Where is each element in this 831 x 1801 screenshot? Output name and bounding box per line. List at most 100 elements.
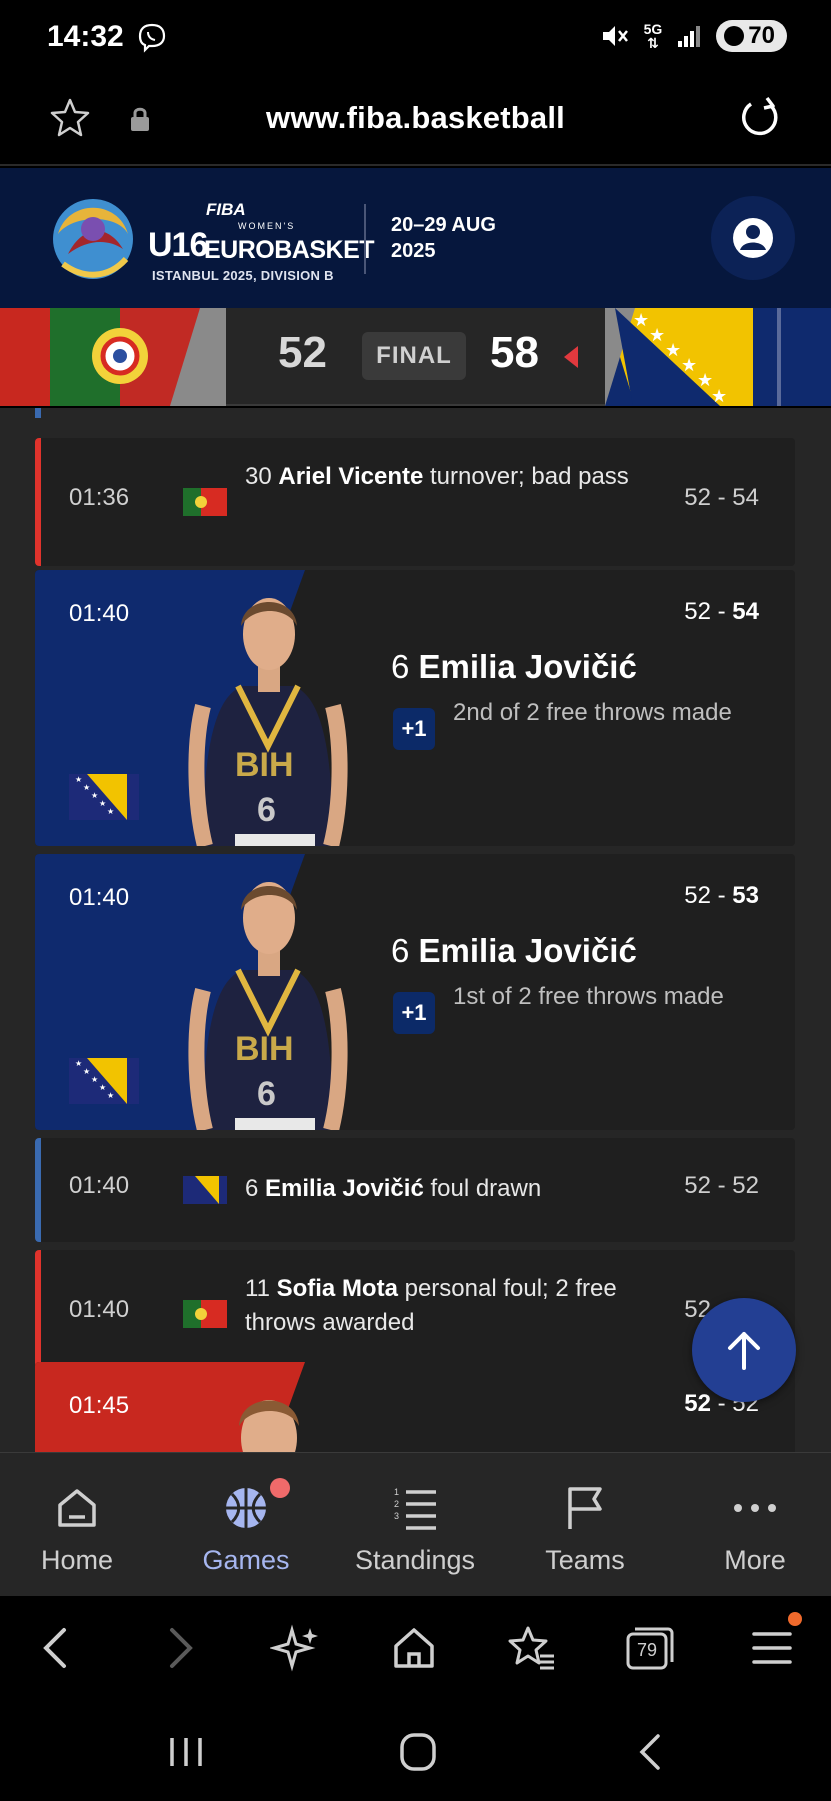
portugal-flag-icon — [183, 488, 227, 516]
logo-eurobasket-text: EUROBASKET — [204, 236, 375, 264]
event-time: 01:45 — [69, 1392, 130, 1419]
team-color-bar — [35, 438, 41, 566]
nav-label: Standings — [354, 1545, 476, 1575]
svg-text:★: ★ — [711, 386, 727, 406]
browser-toolbar: 79 — [0, 1596, 831, 1700]
svg-text:★: ★ — [665, 340, 681, 360]
event-time: 01:40 — [69, 1296, 130, 1323]
notification-dot — [270, 1478, 290, 1498]
user-account-button[interactable] — [711, 196, 795, 280]
eurobasket-logo[interactable] — [48, 194, 138, 284]
event-time: 01:40 — [69, 1172, 130, 1199]
recent-apps-icon[interactable] — [162, 1732, 210, 1772]
event-time: 01:40 — [69, 884, 130, 911]
status-right: 5G ⇅ 70 — [600, 20, 787, 52]
back-icon[interactable] — [32, 1622, 84, 1674]
arrow-up-icon — [728, 1332, 760, 1370]
logo-subtitle: ISTANBUL 2025, DIVISION B — [152, 268, 334, 283]
sparkle-icon[interactable] — [270, 1622, 322, 1674]
event-description: 30 Ariel Vicente turnover; bad pass — [245, 463, 629, 490]
network-5g-icon: 5G ⇅ — [643, 21, 663, 51]
menu-notification-dot — [788, 1612, 802, 1626]
svg-text:★: ★ — [633, 310, 649, 330]
bosnia-flag-icon — [183, 1176, 227, 1204]
portugal-flag-banner — [0, 308, 226, 406]
player-photo — [239, 1400, 299, 1452]
player-photo: BIH 6 — [188, 598, 348, 846]
previous-event-edge — [35, 408, 41, 418]
play-event[interactable]: 01:36 30 Ariel Vicente turnover; bad pas… — [35, 438, 795, 566]
tabs-count: 79 — [636, 1640, 658, 1660]
event-time: 01:40 — [69, 600, 130, 627]
home-icon — [58, 1489, 96, 1527]
team-color-bar — [35, 1138, 41, 1242]
scoreboard[interactable]: 52 FINAL 58 ★ ★ ★ ★ ★ ★ — [0, 308, 831, 406]
svg-text:BIH: BIH — [235, 1030, 294, 1068]
status-bar: 14:32 5G ⇅ 70 — [0, 0, 831, 78]
away-score: 58 — [490, 328, 539, 377]
tabs-button[interactable]: 79 — [626, 1626, 674, 1670]
event-score: 52 - 54 — [684, 484, 759, 511]
nav-games[interactable]: Games — [161, 1453, 331, 1597]
logo-womens-text: WOMEN'S — [238, 221, 296, 231]
flag-icon — [568, 1487, 602, 1529]
url-text[interactable]: www.fiba.basketball — [0, 100, 831, 136]
play-event[interactable]: 01:40 11 Sofia Mota personal foul; 2 fre… — [35, 1250, 795, 1378]
nav-label: Teams — [545, 1545, 625, 1575]
more-icon — [734, 1504, 776, 1512]
system-back-icon[interactable] — [628, 1732, 676, 1772]
header-divider — [364, 204, 366, 274]
team-color-bar — [35, 1250, 41, 1378]
event-score: 52 - 52 — [684, 1172, 759, 1199]
points-badge: +1 — [393, 992, 435, 1034]
charging-icon — [724, 26, 745, 46]
event-action: 2nd of 2 free throws made — [453, 699, 732, 726]
logo-u16-text: U16 — [148, 226, 208, 264]
game-status-badge: FINAL — [362, 332, 466, 380]
svg-text:2: 2 — [394, 1499, 399, 1509]
svg-text:★: ★ — [99, 799, 106, 808]
nav-label: Home — [40, 1545, 114, 1575]
player-name: 6 Emilia Jovičić — [391, 932, 637, 969]
play-event-featured[interactable]: 01:40 BIH 6 52 - 54 6 Emilia Jovičić +1 … — [35, 570, 795, 846]
user-icon — [733, 218, 773, 258]
svg-text:★: ★ — [91, 791, 98, 800]
bookmarks-icon[interactable] — [506, 1622, 558, 1674]
bosnia-flag-banner: ★ ★ ★ ★ ★ ★ — [605, 308, 831, 406]
points-badge: +1 — [393, 708, 435, 750]
nav-label: More — [724, 1545, 786, 1575]
play-event-featured[interactable]: 01:45 52 - 52 — [35, 1362, 795, 1452]
forward-icon[interactable] — [152, 1622, 204, 1674]
nav-teams[interactable]: Teams — [500, 1453, 670, 1597]
browser-address-bar: www.fiba.basketball — [0, 78, 831, 166]
nav-standings[interactable]: 1 2 3 Standings — [330, 1453, 500, 1597]
svg-text:3: 3 — [394, 1511, 399, 1521]
svg-text:★: ★ — [75, 1059, 82, 1068]
menu-icon[interactable] — [746, 1622, 798, 1674]
svg-text:★: ★ — [75, 775, 82, 784]
play-event[interactable]: 01:40 6 Emilia Jovičić foul drawn 52 - 5… — [35, 1138, 795, 1242]
play-event-featured[interactable]: 01:40 BIH 6 52 - 53 6 Emilia Jovičić +1 … — [35, 854, 795, 1130]
system-navigation-bar — [0, 1700, 831, 1801]
svg-text:★: ★ — [83, 1067, 90, 1076]
home-score: 52 — [278, 328, 327, 377]
reload-icon[interactable] — [737, 94, 783, 140]
system-home-icon[interactable] — [394, 1732, 442, 1772]
home-icon[interactable] — [388, 1622, 440, 1674]
play-by-play-feed[interactable]: 01:36 30 Ariel Vicente turnover; bad pas… — [0, 408, 831, 1452]
battery-indicator: 70 — [716, 20, 787, 52]
basketball-icon — [226, 1488, 266, 1528]
nav-home[interactable]: Home — [0, 1453, 162, 1597]
nav-label: Games — [202, 1545, 290, 1575]
nav-more[interactable]: More — [670, 1453, 831, 1597]
portugal-flag-icon — [183, 1300, 227, 1328]
scroll-to-top-button[interactable] — [692, 1298, 796, 1402]
bosnia-flag-icon: ★★★★★ — [69, 774, 139, 820]
list-icon: 1 2 3 — [394, 1487, 436, 1530]
logo-fiba-text: FIBA — [206, 200, 246, 219]
event-time: 01:36 — [69, 484, 130, 511]
battery-level: 70 — [748, 22, 775, 49]
svg-text:★: ★ — [83, 783, 90, 792]
event-description: 6 Emilia Jovičić foul drawn — [245, 1175, 542, 1202]
svg-text:★: ★ — [107, 807, 114, 816]
